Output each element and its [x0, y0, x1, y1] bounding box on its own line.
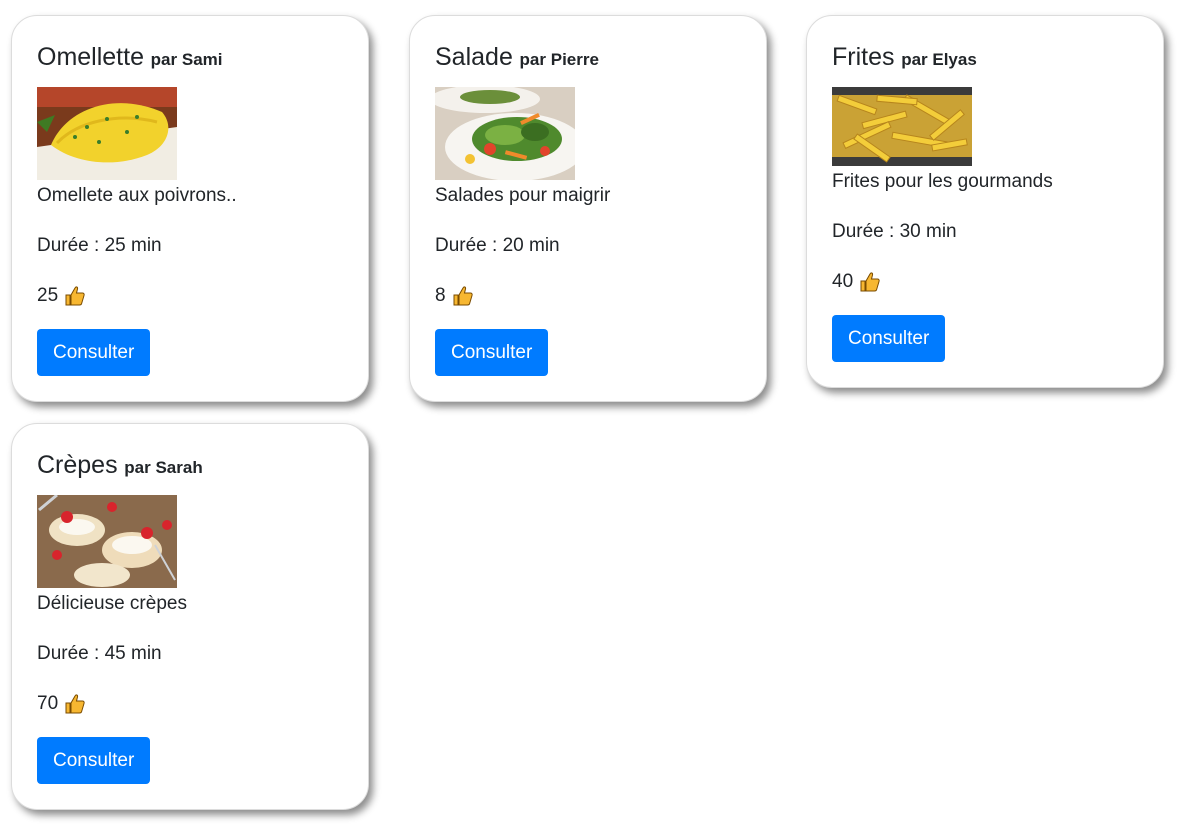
- recipe-card: Omellette par Sami Omellete aux poivrons…: [11, 15, 369, 402]
- recipe-name: Frites: [832, 43, 895, 71]
- crepes-image: [37, 495, 177, 588]
- recipe-duration: Durée : 30 min: [832, 221, 957, 242]
- omelette-image: [37, 87, 177, 180]
- recipe-name: Salade: [435, 43, 513, 71]
- recipe-card: Frites par Elyas Frites pour les gourman…: [806, 15, 1164, 388]
- consulter-button[interactable]: Consulter: [832, 315, 946, 362]
- fries-image: [832, 87, 972, 166]
- likes-count: 8: [435, 285, 446, 306]
- recipe-description: Salades pour maigrir: [435, 185, 611, 206]
- card-title: Salade par Pierre: [435, 42, 741, 76]
- likes-count: 25: [37, 285, 59, 306]
- thumbs-up-icon: [64, 693, 86, 715]
- likes: 70: [37, 692, 343, 716]
- consulter-button[interactable]: Consulter: [435, 329, 549, 376]
- recipe-author: par Sarah: [124, 458, 203, 477]
- recipe-duration: Durée : 45 min: [37, 643, 162, 664]
- recipe-duration: Durée : 20 min: [435, 235, 560, 256]
- salad-image: [435, 87, 575, 180]
- thumbs-up-icon: [859, 271, 881, 293]
- recipe-description: Omellete aux poivrons..: [37, 185, 237, 206]
- recipe-card: Salade par Pierre Salades pour maigrir D…: [409, 15, 767, 402]
- recipe-description: Délicieuse crèpes: [37, 593, 187, 614]
- card-title: Omellette par Sami: [37, 42, 343, 76]
- recipe-card: Crèpes par Sarah Délicieuse crèpes Durée: [11, 423, 369, 810]
- recipe-description: Frites pour les gourmands: [832, 171, 1053, 192]
- consulter-button[interactable]: Consulter: [37, 329, 151, 376]
- card-title: Crèpes par Sarah: [37, 450, 343, 484]
- likes-count: 40: [832, 271, 854, 292]
- likes: 25: [37, 284, 343, 308]
- recipe-duration: Durée : 25 min: [37, 235, 162, 256]
- recipe-grid: Omellette par Sami Omellete aux poivrons…: [0, 0, 1181, 830]
- thumbs-up-icon: [452, 285, 474, 307]
- likes-count: 70: [37, 693, 59, 714]
- recipe-author: par Pierre: [519, 50, 599, 69]
- thumbs-up-icon: [64, 285, 86, 307]
- recipe-author: par Elyas: [901, 50, 977, 69]
- consulter-button[interactable]: Consulter: [37, 737, 151, 784]
- recipe-author: par Sami: [150, 50, 223, 69]
- card-title: Frites par Elyas: [832, 42, 1138, 76]
- recipe-name: Crèpes: [37, 451, 118, 479]
- likes: 8: [435, 284, 741, 308]
- recipe-name: Omellette: [37, 43, 144, 71]
- likes: 40: [832, 270, 1138, 294]
